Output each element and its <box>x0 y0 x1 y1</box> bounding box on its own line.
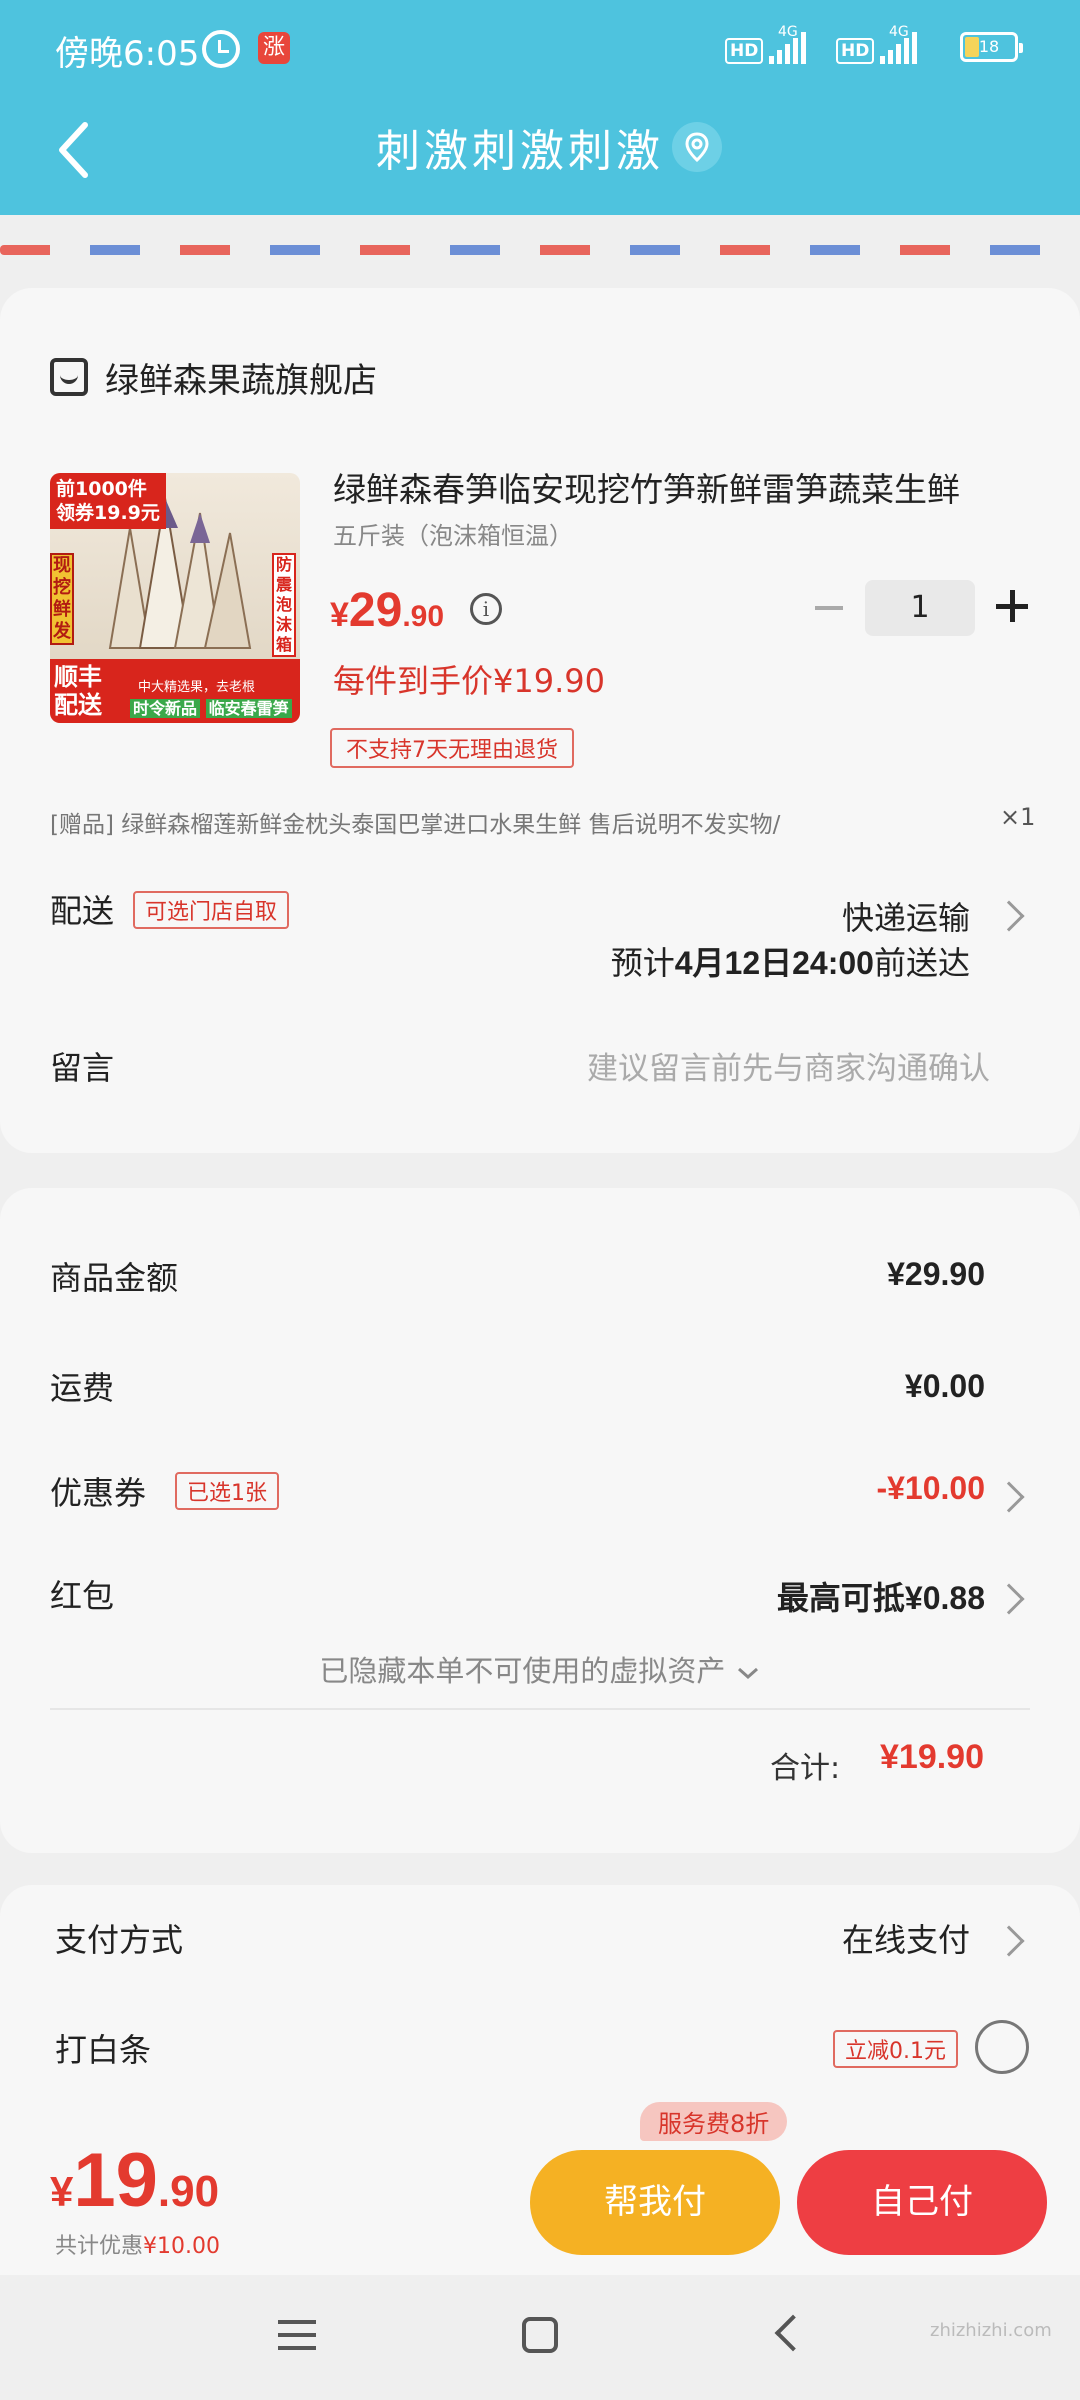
shipping-fee-label: 运费 <box>50 1369 115 1407</box>
pay-myself-button[interactable]: 自己付 <box>797 2150 1047 2255</box>
status-bar: 傍晚6:05 涨 HD HD 4G 4G 18 <box>0 0 1080 100</box>
redpacket-chevron-icon[interactable] <box>993 1583 1025 1615</box>
total-saved: 共计优惠¥10.00 <box>55 2234 220 2259</box>
delivery-eta: 预计4月12日24:00前送达 <box>610 944 970 982</box>
address-stripe <box>0 245 1080 255</box>
battery-level: 18 <box>978 37 1000 56</box>
delivery-method[interactable]: 快递运输 <box>842 893 970 939</box>
store-name[interactable]: 绿鲜森果蔬旗舰店 <box>105 353 377 402</box>
pay-for-me-button[interactable]: 帮我付 <box>530 2150 780 2255</box>
signal-type-2: 4G <box>889 24 909 40</box>
service-fee-tag: 服务费8折 <box>640 2102 788 2141</box>
alarm-icon <box>202 30 240 68</box>
battery-icon: 18 <box>960 32 1023 62</box>
app-badge: 涨 <box>258 32 290 64</box>
goods-amount-label: 商品金额 <box>50 1259 179 1297</box>
hidden-assets-toggle[interactable]: 已隐藏本单不可使用的虚拟资产 <box>0 1648 1080 1690</box>
baitiao-label: 打白条 <box>55 2031 152 2069</box>
quantity-field[interactable]: 1 <box>865 580 975 636</box>
payment-method-label: 支付方式 <box>55 1921 184 1959</box>
signal-type-1: 4G <box>778 24 798 40</box>
shipping-fee-value: ¥0.00 <box>904 1368 985 1404</box>
home-icon[interactable] <box>522 2317 558 2353</box>
payment-method-value[interactable]: 在线支付 <box>842 1915 970 1961</box>
message-label: 留言 <box>50 1049 115 1087</box>
image-coupon-badge: 前1000件 领券19.9元 <box>50 473 166 529</box>
hd-icon-2: HD <box>836 38 875 64</box>
checkout-total-price: ¥19.90 <box>50 2138 220 2223</box>
delivery-chevron-icon[interactable] <box>993 900 1025 932</box>
status-time: 傍晚6:05 <box>55 34 200 74</box>
coupon-label: 优惠券 <box>50 1474 147 1512</box>
top-header: 傍晚6:05 涨 HD HD 4G 4G 18 刺激刺激刺激 <box>0 0 1080 215</box>
image-season-label: 时令新品 临安春雷笋 <box>130 695 292 719</box>
total-label: 合计: <box>770 1751 841 1786</box>
message-input[interactable]: 建议留言前先与商家沟通确认 <box>587 1043 990 1088</box>
nav-back-icon[interactable] <box>774 2314 812 2352</box>
menu-icon[interactable] <box>278 2320 316 2350</box>
total-value: ¥19.90 <box>880 1738 984 1776</box>
goods-amount-value: ¥29.90 <box>887 1256 985 1292</box>
image-quality-label: 中大精选果，去老根 <box>138 680 256 695</box>
order-item-card: 绿鲜森果蔬旗舰店 前1000件 领券19.9元 现挖鲜发 防震泡沫箱 顺丰 配送… <box>0 288 1080 1153</box>
coupon-chevron-icon[interactable] <box>993 1481 1025 1513</box>
store-icon <box>50 358 88 396</box>
watermark: zhizhizhi.com <box>930 2320 1052 2341</box>
unit-final-price: 每件到手价¥19.90 <box>333 662 605 700</box>
store-pickup-tag[interactable]: 可选门店自取 <box>133 891 290 929</box>
image-fresh-label: 现挖鲜发 <box>50 553 74 645</box>
coupon-value[interactable]: -¥10.00 <box>876 1470 985 1507</box>
increase-quantity-button[interactable] <box>996 590 1028 622</box>
delivery-label: 配送 <box>50 892 115 930</box>
coupon-selected-tag[interactable]: 已选1张 <box>175 1472 279 1510</box>
decrease-quantity-button[interactable] <box>815 606 843 610</box>
redpacket-label: 红包 <box>50 1577 115 1615</box>
product-image[interactable]: 前1000件 领券19.9元 现挖鲜发 防震泡沫箱 顺丰 配送 中大精选果，去老… <box>50 473 300 723</box>
gift-item: [赠品] 绿鲜森榴莲新鲜金枕头泰国巴掌进口水果生鲜 售后说明不发实物/ <box>50 812 781 838</box>
product-spec[interactable]: 五斤装（泡沫箱恒温） <box>333 516 573 551</box>
gift-count: ×1 <box>1000 803 1036 831</box>
price-info-icon[interactable]: i <box>470 593 502 625</box>
location-pin-icon[interactable] <box>672 122 722 172</box>
return-policy-tag: 不支持7天无理由退货 <box>330 728 574 768</box>
image-box-label: 防震泡沫箱 <box>272 553 296 657</box>
baitiao-discount-tag: 立减0.1元 <box>833 2030 958 2068</box>
product-price: ¥29.90 <box>330 584 445 637</box>
system-nav-bar <box>0 2275 1080 2400</box>
redpacket-value[interactable]: 最高可抵¥0.88 <box>777 1573 985 1619</box>
baitiao-radio[interactable] <box>975 2020 1029 2074</box>
image-shipping-label: 顺丰 配送 <box>54 663 102 719</box>
chevron-down-icon <box>737 1667 758 1680</box>
image-bottom-banner: 顺丰 配送 中大精选果，去老根 时令新品 临安春雷笋 <box>50 659 300 723</box>
payment-chevron-icon[interactable] <box>993 1925 1025 1957</box>
price-summary-card: 商品金额 ¥29.90 运费 ¥0.00 优惠券 已选1张 -¥10.00 红包… <box>0 1188 1080 1853</box>
hd-icon: HD <box>725 38 764 64</box>
page-title: 刺激刺激刺激 <box>376 126 664 177</box>
summary-divider <box>50 1708 1030 1710</box>
product-title[interactable]: 绿鲜森春笋临安现挖竹笋新鲜雷笋蔬菜生鲜 <box>333 463 1033 511</box>
